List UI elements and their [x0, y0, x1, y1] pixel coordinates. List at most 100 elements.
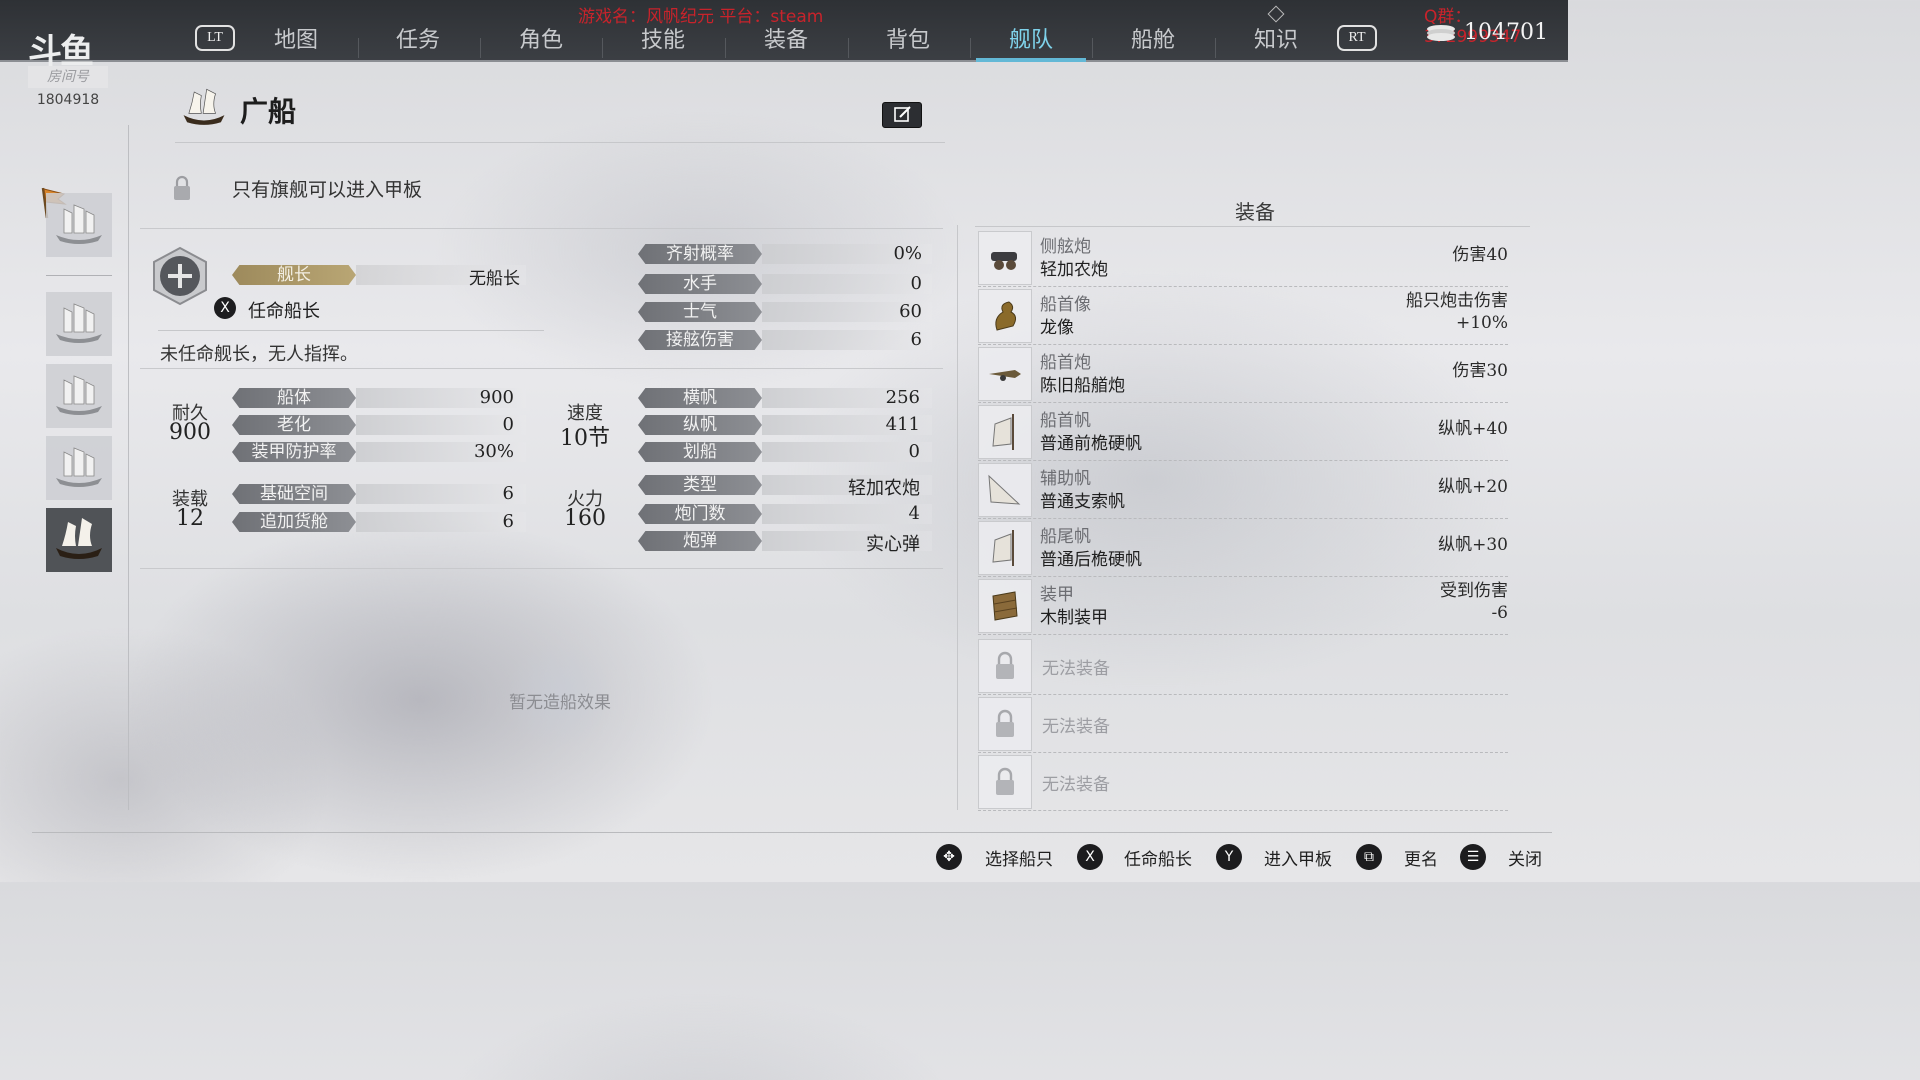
- equipment-slot-label: 船首像: [1040, 295, 1091, 315]
- hint-appoint-captain[interactable]: 任命船长: [1124, 845, 1192, 870]
- foresail-icon: [978, 405, 1032, 459]
- ship-icon: [56, 204, 102, 244]
- locked-label: 无法装备: [1042, 775, 1110, 795]
- hint-close[interactable]: 关闭: [1508, 845, 1542, 870]
- equipment-slot-broadside[interactable]: 侧舷炮 轻加农炮 伤害40: [978, 228, 1508, 287]
- active-tab-underline: [976, 58, 1086, 62]
- equipment-slot-staysail[interactable]: 辅助帆 普通支索帆 纵帆+20: [978, 460, 1508, 519]
- appoint-captain-label[interactable]: 任命船长: [248, 297, 320, 323]
- equipment-slot-locked-2: 无法装备: [978, 694, 1508, 753]
- tab-skills[interactable]: 技能: [608, 22, 718, 54]
- equipment-title: 装备: [1235, 200, 1275, 224]
- dpad-icon: ✥: [936, 844, 962, 870]
- stat-label: 类型: [638, 475, 762, 495]
- gold-amount: 104701: [1464, 20, 1548, 45]
- lock-icon: [978, 755, 1032, 809]
- lock-icon: [978, 697, 1032, 751]
- rt-button[interactable]: RT: [1337, 25, 1377, 51]
- stat-value: 411: [885, 414, 920, 435]
- hint-select-ship[interactable]: 选择船只: [985, 845, 1053, 870]
- fleet-ship-slot-1[interactable]: [46, 193, 112, 257]
- fleet-ship-slot-5-selected[interactable]: [46, 508, 112, 572]
- stat-label: 划船: [638, 442, 762, 462]
- hint-rename[interactable]: 更名: [1404, 845, 1438, 870]
- lock-icon: [174, 175, 190, 200]
- cargo-value: 12: [176, 506, 204, 531]
- stat-value: 6: [502, 511, 514, 532]
- section-divider: [140, 568, 943, 569]
- tab-separator: [358, 38, 359, 58]
- stat-label: 基础空间: [232, 484, 356, 504]
- left-column-divider: [128, 125, 129, 810]
- equipment-effect: 伤害40: [1452, 245, 1508, 265]
- equipment-slot-label: 船尾帆: [1040, 527, 1091, 547]
- armor-icon: [978, 579, 1032, 633]
- tab-quests[interactable]: 任务: [363, 22, 473, 54]
- stat-label: 横帆: [638, 388, 762, 408]
- panel-divider: [957, 225, 958, 810]
- captain-divider: [158, 330, 544, 331]
- tab-map[interactable]: 地图: [241, 22, 351, 54]
- firepower-value: 160: [564, 506, 606, 531]
- no-captain-note: 未任命舰长，无人指挥。: [160, 344, 358, 365]
- gold-display: 104701: [1424, 20, 1548, 45]
- durability-value: 900: [169, 420, 211, 445]
- equipment-name: 轻加农炮: [1040, 260, 1108, 280]
- junk-ship-icon: [56, 518, 102, 559]
- tab-knowledge[interactable]: 知识: [1221, 22, 1331, 54]
- stat-label: 装甲防护率: [232, 442, 356, 462]
- equipment-effect-line1: 受到伤害: [1440, 581, 1508, 601]
- x-button-icon[interactable]: X: [214, 297, 236, 319]
- mizzen-sail-icon: [978, 521, 1032, 575]
- title-divider: [175, 142, 945, 143]
- tab-equipment[interactable]: 装备: [731, 22, 841, 54]
- equipment-slot-figurehead[interactable]: 船首像 龙像 船只炮击伤害 +10%: [978, 286, 1508, 345]
- stat-label: 齐射概率: [638, 244, 762, 264]
- fleet-ship-slot-2[interactable]: [46, 292, 112, 356]
- stat-value: 900: [479, 387, 514, 408]
- tab-character[interactable]: 角色: [486, 22, 596, 54]
- stat-label: 水手: [638, 274, 762, 294]
- stat-value: 256: [885, 387, 920, 408]
- stat-label: 士气: [638, 302, 762, 322]
- equipment-name: 木制装甲: [1040, 608, 1108, 628]
- tab-separator: [602, 38, 603, 58]
- edit-icon: [894, 106, 911, 122]
- hint-enter-deck[interactable]: 进入甲板: [1264, 845, 1332, 870]
- menu-button-icon: ☰: [1460, 844, 1486, 870]
- equipment-slot-mizzen[interactable]: 船尾帆 普通后桅硬帆 纵帆+30: [978, 518, 1508, 577]
- equipment-name: 陈旧船艏炮: [1040, 376, 1125, 396]
- equipment-name: 普通前桅硬帆: [1040, 434, 1142, 454]
- section-divider: [140, 368, 943, 369]
- equipment-effect: 伤害30: [1452, 361, 1508, 381]
- stat-label: 老化: [232, 415, 356, 435]
- stat-value: 实心弹: [866, 534, 920, 555]
- lt-button[interactable]: LT: [195, 25, 235, 51]
- ship-icon: [56, 447, 102, 487]
- equipment-effect-line2: -6: [1491, 603, 1508, 623]
- tab-separator: [1215, 38, 1216, 58]
- tab-inventory[interactable]: 背包: [853, 22, 963, 54]
- equipment-slot-label: 船首炮: [1040, 353, 1091, 373]
- rename-button[interactable]: [882, 102, 922, 128]
- equipment-slot-label: 船首帆: [1040, 411, 1091, 431]
- fleet-slot-divider: [46, 275, 112, 276]
- tab-separator: [848, 38, 849, 58]
- equipment-effect: 纵帆+20: [1438, 477, 1508, 497]
- equipment-slot-foresail[interactable]: 船首帆 普通前桅硬帆 纵帆+40: [978, 402, 1508, 461]
- equipment-slot-armor[interactable]: 装甲 木制装甲 受到伤害 -6: [978, 576, 1508, 635]
- tab-cabin[interactable]: 船舱: [1098, 22, 1208, 54]
- equipment-slot-bow-cannon[interactable]: 船首炮 陈旧船艏炮 伤害30: [978, 344, 1508, 403]
- stat-value: 0: [910, 273, 922, 294]
- room-label: 房间号: [28, 66, 108, 88]
- staysail-icon: [978, 463, 1032, 517]
- room-number: 1804918: [36, 92, 100, 108]
- fleet-ship-slot-3[interactable]: [46, 364, 112, 428]
- junk-ship-icon: [183, 88, 225, 125]
- add-captain-icon[interactable]: [150, 246, 210, 306]
- stat-value: 0: [502, 414, 514, 435]
- equipment-slot-label: 侧舷炮: [1040, 237, 1091, 257]
- fleet-ship-slot-4[interactable]: [46, 436, 112, 500]
- tab-fleet[interactable]: 舰队: [976, 22, 1086, 54]
- stat-label: 船体: [232, 388, 356, 408]
